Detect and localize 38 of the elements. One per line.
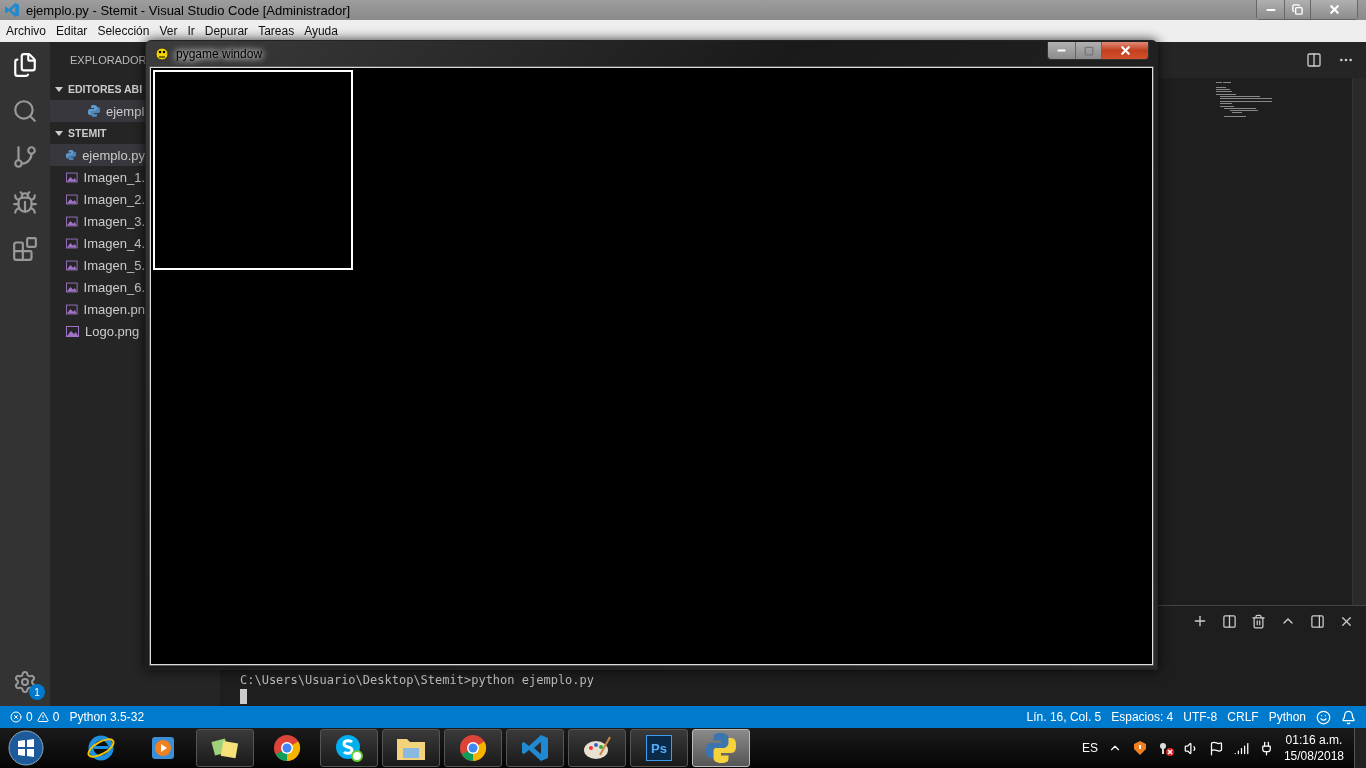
menu-item[interactable]: Tareas	[258, 24, 295, 38]
language-indicator[interactable]: ES	[1081, 741, 1098, 755]
warning-count[interactable]: 0	[52, 710, 60, 724]
status-item[interactable]: Python	[1268, 710, 1306, 724]
status-item[interactable]: CRLF	[1227, 710, 1259, 724]
menu-item[interactable]: Editar	[56, 24, 88, 38]
window-title: pygame window	[176, 47, 263, 61]
file-item[interactable]: Imagen_2.	[50, 188, 145, 210]
file-item[interactable]: Imagen.pn	[50, 298, 145, 320]
notification-badge: 1	[29, 684, 45, 700]
file-item[interactable]: Imagen_3.	[50, 210, 145, 232]
file-item[interactable]: Logo.png	[50, 320, 145, 342]
file-item[interactable]: Imagen_6.	[50, 276, 145, 298]
menu-item[interactable]: Ir	[187, 24, 195, 38]
file-item[interactable]: Imagen_4.	[50, 232, 145, 254]
status-item[interactable]: Espacios: 4	[1111, 710, 1174, 724]
terminal[interactable]: C:\Users\Usuario\Desktop\Stemit>python ejemplo.py	[220, 673, 1366, 706]
clock[interactable]: 01:16 a.m. 15/08/2018	[1283, 732, 1344, 764]
window-title: ejemplo.py - Stemit - Visual Studio Code [Administrador]	[26, 2, 351, 18]
interpreter-label[interactable]: Python 3.5-32	[69, 710, 145, 724]
error-count[interactable]: 0	[26, 710, 33, 724]
section-header[interactable]: STEMIT	[50, 122, 145, 144]
sidebar-title: EXPLORADOR	[70, 54, 147, 66]
file-item[interactable]: Imagen_5.	[50, 254, 145, 276]
ps-logo-icon[interactable]: Ps	[646, 735, 672, 761]
status-item[interactable]: UTF-8	[1183, 710, 1218, 724]
taskbar-button[interactable]: Ps	[630, 729, 688, 767]
menu-item[interactable]: Ayuda	[304, 24, 338, 38]
status-item[interactable]: Lín. 16, Col. 5	[1026, 710, 1102, 724]
file-item[interactable]: ejemplo.py	[50, 144, 145, 166]
section-header[interactable]: EDITORES ABI	[50, 78, 145, 100]
terminal-line: C:\Users\Usuario\Desktop\Stemit>python ejemplo.py	[240, 673, 595, 687]
menu-item[interactable]: Ver	[159, 24, 178, 38]
file-item[interactable]: Imagen_1.	[50, 166, 145, 188]
file-item[interactable]: ejempl	[50, 100, 145, 122]
menu-item[interactable]: Depurar	[204, 24, 249, 38]
menu-item[interactable]: Selección	[97, 24, 150, 38]
menu-item[interactable]: Archivo	[6, 24, 46, 38]
